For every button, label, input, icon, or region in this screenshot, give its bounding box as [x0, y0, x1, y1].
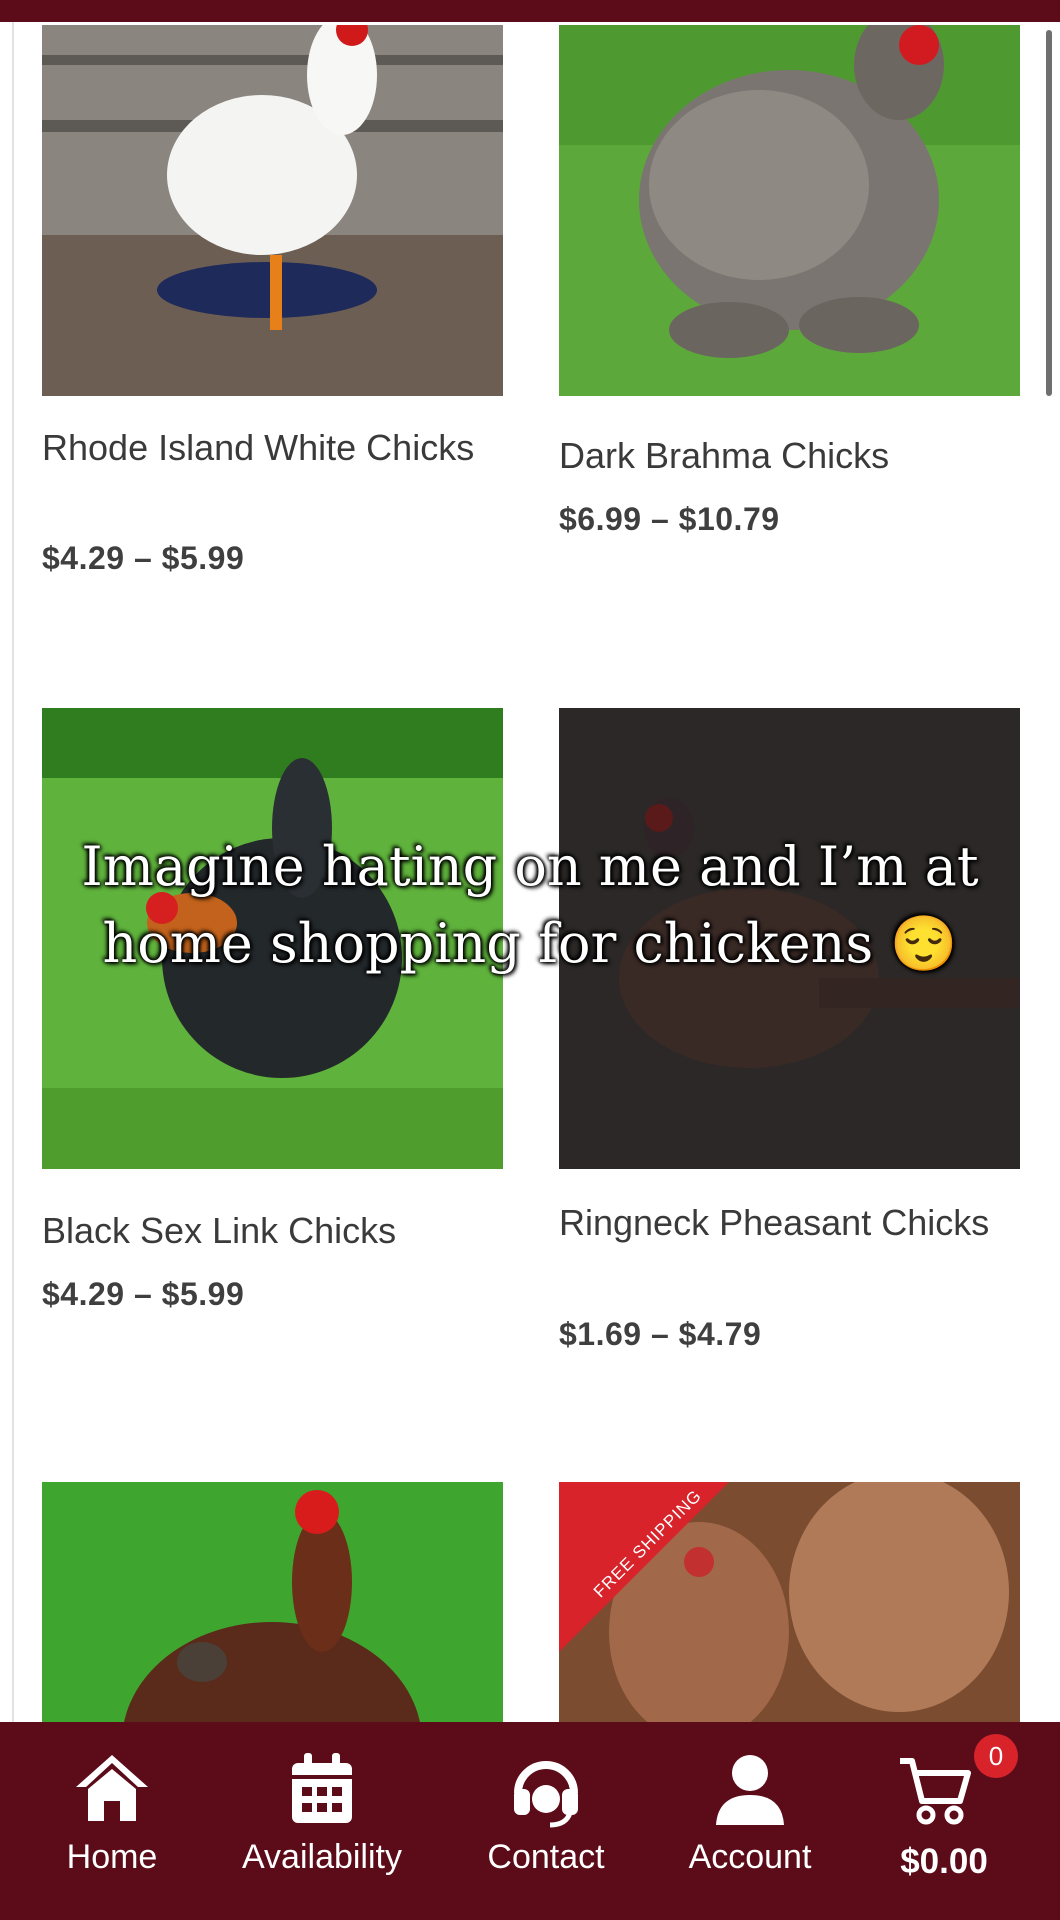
- top-bar: [0, 0, 1060, 22]
- nav-availability-label: Availability: [241, 1838, 402, 1876]
- product-image-rhode-island-white[interactable]: [42, 25, 503, 396]
- nav-cart[interactable]: 0 $0.00: [844, 1722, 1044, 1920]
- calendar-icon: [292, 1753, 352, 1823]
- page-edge-line: [12, 22, 14, 1722]
- nav-contact-label: Contact: [487, 1838, 605, 1876]
- product-price: $4.29 – $5.99: [42, 540, 245, 576]
- nav-account[interactable]: Account: [650, 1722, 850, 1920]
- product-title[interactable]: Dark Brahma Chicks: [559, 432, 999, 479]
- headset-icon: [514, 1761, 578, 1828]
- product-image-dark-brahma[interactable]: [559, 25, 1020, 396]
- scrollbar[interactable]: [1046, 30, 1052, 396]
- product-price: $4.29 – $5.99: [42, 1276, 245, 1312]
- nav-contact[interactable]: Contact: [446, 1722, 646, 1920]
- user-icon: [716, 1755, 784, 1825]
- bottom-nav: Home Availability Contact Account 0 $0.0…: [0, 1722, 1060, 1920]
- cart-icon: [900, 1758, 971, 1825]
- cart-total: $0.00: [900, 1842, 988, 1881]
- product-title[interactable]: Black Sex Link Chicks: [42, 1207, 482, 1254]
- product-price: $6.99 – $10.79: [559, 501, 780, 537]
- product-title[interactable]: Ringneck Pheasant Chicks: [559, 1199, 999, 1246]
- nav-home-label: Home: [66, 1838, 158, 1876]
- nav-availability[interactable]: Availability: [222, 1722, 422, 1920]
- nav-account-label: Account: [688, 1838, 812, 1876]
- nav-home[interactable]: Home: [12, 1722, 212, 1920]
- product-image-rooster[interactable]: [42, 1482, 503, 1722]
- product-title[interactable]: Rhode Island White Chicks: [42, 424, 482, 471]
- product-image-brown-hens[interactable]: FREE SHIPPING: [559, 1482, 1020, 1722]
- overlay-caption: Imagine hating on me and I’m at home sho…: [81, 835, 979, 975]
- home-icon: [76, 1755, 148, 1821]
- cart-count-badge: 0: [974, 1734, 1018, 1778]
- product-price: $1.69 – $4.79: [559, 1316, 762, 1352]
